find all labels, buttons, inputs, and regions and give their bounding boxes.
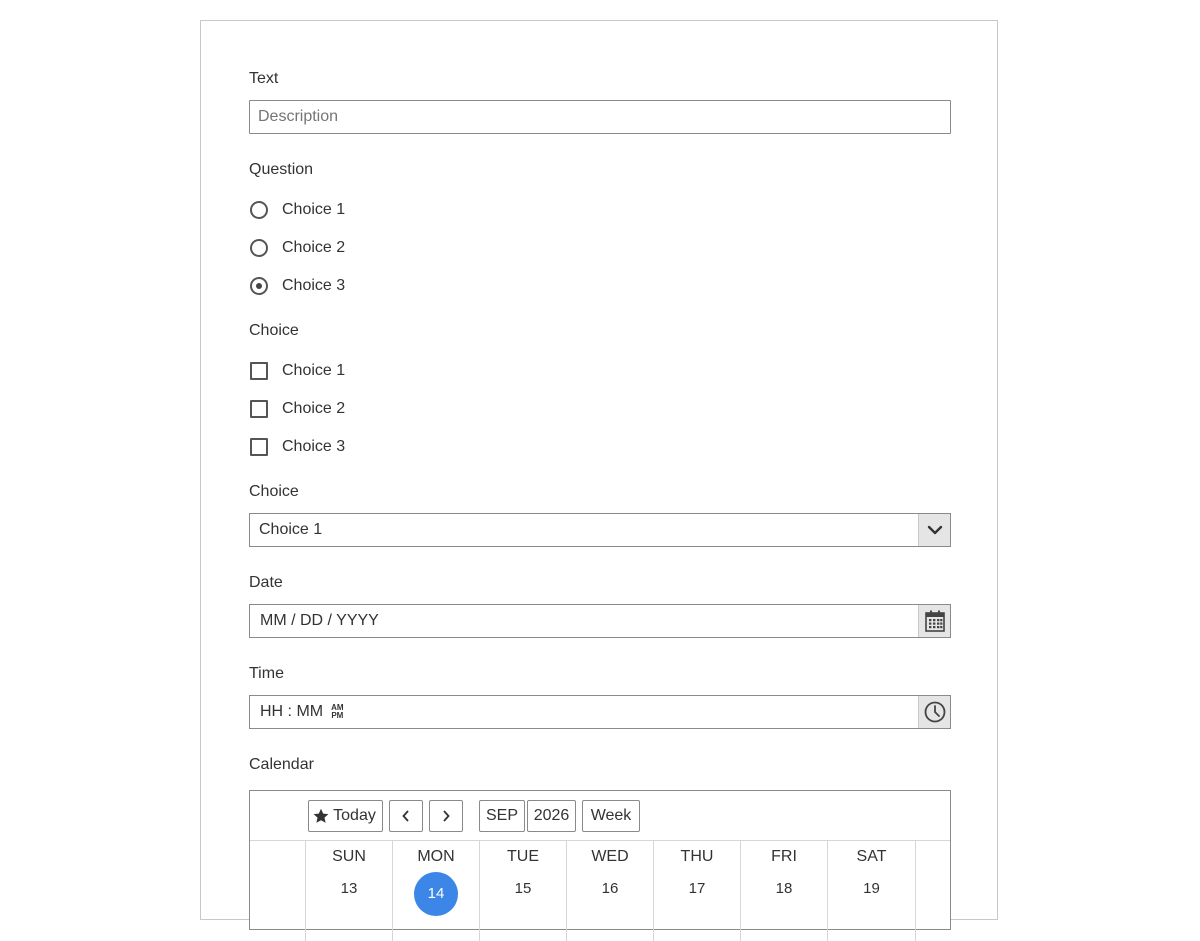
star-icon bbox=[313, 808, 329, 823]
day-name: FRI bbox=[771, 848, 797, 865]
form-card: Text Question Choice 1 Choice 2 Choice 3… bbox=[200, 20, 998, 941]
ampm-indicator: AM PM bbox=[331, 703, 344, 720]
today-label: Today bbox=[333, 807, 376, 824]
day-name: WED bbox=[591, 848, 629, 865]
day-name: SUN bbox=[332, 848, 366, 865]
today-day-number: 14 bbox=[414, 872, 458, 916]
checkbox[interactable] bbox=[250, 438, 268, 456]
checkbox-option-1[interactable]: Choice 1 bbox=[249, 360, 345, 382]
today-button[interactable]: Today bbox=[308, 800, 383, 832]
question-option-3[interactable]: Choice 3 bbox=[249, 275, 345, 297]
week-calendar: Today SEP 2026 Week SUN 13 MON 14 TUE 15… bbox=[249, 790, 951, 941]
date-picker-button[interactable] bbox=[918, 605, 950, 637]
date-field[interactable]: MM / DD / YYYY bbox=[249, 604, 951, 638]
calendar-label: Calendar bbox=[249, 756, 314, 773]
question-label: Question bbox=[249, 161, 314, 178]
dropdown-toggle[interactable] bbox=[918, 514, 950, 546]
calendar-icon bbox=[924, 610, 945, 632]
date-label: Date bbox=[249, 574, 283, 591]
view-selector[interactable]: Week bbox=[582, 800, 640, 832]
time-field[interactable]: HH : MM AM PM bbox=[249, 695, 951, 729]
chevron-left-icon bbox=[402, 810, 409, 822]
checkbox-group-label: Choice bbox=[249, 322, 299, 339]
checkbox[interactable] bbox=[250, 400, 268, 418]
day-name: TUE bbox=[507, 848, 539, 865]
day-column-sun[interactable]: SUN 13 bbox=[305, 841, 392, 941]
next-button[interactable] bbox=[429, 800, 463, 832]
day-column-wed[interactable]: WED 16 bbox=[566, 841, 653, 941]
day-column-thu[interactable]: THU 17 bbox=[653, 841, 740, 941]
previous-button[interactable] bbox=[389, 800, 423, 832]
calendar-right-gutter bbox=[915, 841, 950, 941]
day-name: THU bbox=[680, 848, 714, 865]
option-label: Choice 3 bbox=[282, 277, 346, 294]
question-option-2[interactable]: Choice 2 bbox=[249, 237, 345, 259]
option-label: Choice 1 bbox=[282, 201, 346, 218]
checkbox-option-2[interactable]: Choice 2 bbox=[249, 398, 345, 420]
day-column-fri[interactable]: FRI 18 bbox=[740, 841, 827, 941]
dropdown-value: Choice 1 bbox=[259, 521, 323, 538]
text-label: Text bbox=[249, 70, 279, 87]
radio-button[interactable] bbox=[250, 239, 268, 257]
description-input[interactable] bbox=[249, 100, 951, 134]
day-name: MON bbox=[417, 848, 455, 865]
month-selector[interactable]: SEP bbox=[479, 800, 525, 832]
radio-button[interactable] bbox=[250, 201, 268, 219]
time-value: HH : MM AM PM bbox=[260, 696, 344, 728]
option-label: Choice 1 bbox=[282, 362, 346, 379]
dropdown-label: Choice bbox=[249, 483, 299, 500]
checkbox-option-3[interactable]: Choice 3 bbox=[249, 436, 345, 458]
option-label: Choice 2 bbox=[282, 239, 346, 256]
day-column-sat[interactable]: SAT 19 bbox=[827, 841, 915, 941]
year-selector[interactable]: 2026 bbox=[527, 800, 576, 832]
time-picker-button[interactable] bbox=[918, 696, 950, 728]
day-column-tue[interactable]: TUE 15 bbox=[479, 841, 566, 941]
question-option-1[interactable]: Choice 1 bbox=[249, 199, 345, 221]
chevron-right-icon bbox=[443, 810, 450, 822]
radio-button-selected[interactable] bbox=[250, 277, 268, 295]
option-label: Choice 3 bbox=[282, 438, 346, 455]
date-placeholder: MM / DD / YYYY bbox=[260, 612, 379, 629]
day-column-mon[interactable]: MON 14 bbox=[392, 841, 479, 941]
chevron-down-icon bbox=[927, 525, 942, 535]
pm-label: PM bbox=[331, 710, 344, 720]
day-name: SAT bbox=[856, 848, 887, 865]
time-label: Time bbox=[249, 665, 284, 682]
clock-icon bbox=[924, 701, 945, 723]
choice-dropdown[interactable]: Choice 1 bbox=[249, 513, 951, 547]
checkbox[interactable] bbox=[250, 362, 268, 380]
option-label: Choice 2 bbox=[282, 400, 346, 417]
time-placeholder: HH : MM bbox=[260, 703, 324, 720]
